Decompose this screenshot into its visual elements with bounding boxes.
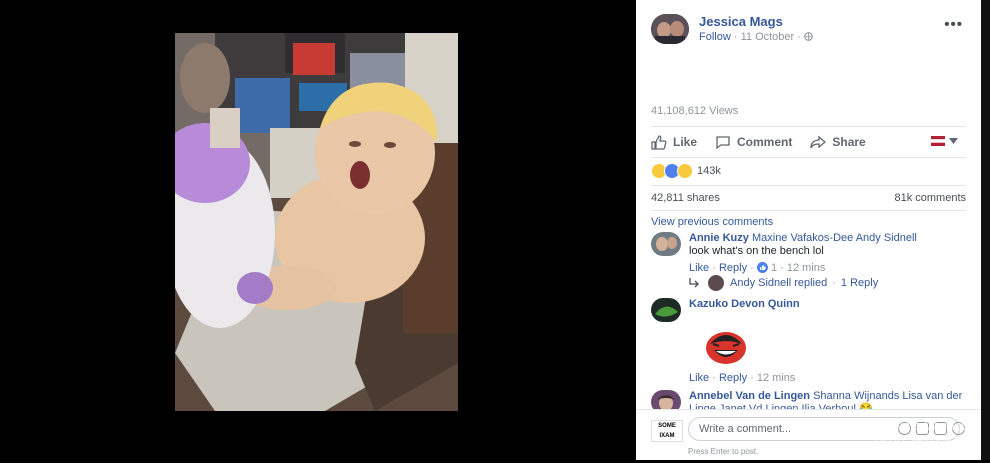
comment-meta: Like · Reply · 1 · 12 mins (689, 262, 826, 274)
share-label: Share (832, 135, 866, 149)
laughing-sticker (706, 332, 746, 364)
view-previous-comments-link[interactable]: View previous comments (651, 216, 773, 228)
panel-scrollbar[interactable] (981, 0, 990, 460)
comment-like-link[interactable]: Like (689, 262, 709, 274)
comment-count[interactable]: 81k comments (894, 192, 966, 204)
media-viewer (0, 0, 636, 460)
post-meta: Follow · 11 October · (699, 31, 813, 43)
comment-text: look what's on the bench lol (689, 245, 824, 257)
post-date[interactable]: 11 October (741, 31, 795, 43)
emoji-icon[interactable] (898, 422, 911, 435)
commenter-name[interactable]: Annie Kuzy (689, 232, 749, 244)
comment-item: Annie Kuzy Maxine Vafakos-Dee Andy Sidne… (651, 232, 969, 275)
engagement-counts: 42,811 shares 81k comments (651, 185, 966, 211)
view-count: 41,108,612 Views (651, 105, 739, 117)
reply-count-link[interactable]: 1 Reply (841, 277, 878, 289)
post-author: Jessica Mags Follow · 11 October · (651, 14, 813, 44)
sad-icon (677, 163, 693, 179)
comment-meta: Like · Reply · 12 mins (689, 372, 796, 384)
caret-down-icon (949, 138, 958, 144)
action-bar: Like Comment Share (651, 126, 966, 158)
like-button[interactable]: Like (651, 134, 698, 150)
author-avatar[interactable] (651, 14, 689, 44)
reply-separator: · (832, 277, 836, 289)
comment-button[interactable]: Comment (715, 135, 792, 150)
press-enter-hint: Press Enter to post. (688, 447, 759, 456)
meta-separator-2: · (797, 31, 801, 43)
globe-icon (804, 32, 813, 41)
author-name[interactable]: Jessica Mags (699, 14, 813, 29)
page-selector[interactable] (931, 136, 958, 146)
comment-reply-link[interactable]: Reply (719, 262, 747, 274)
sticker-icon[interactable] (952, 422, 965, 435)
comment-label: Comment (737, 135, 793, 149)
share-button[interactable]: Share (810, 135, 866, 150)
reaction-summary[interactable]: 143k (651, 163, 721, 179)
commenter-avatar[interactable] (651, 232, 681, 256)
reply-thread-summary[interactable]: Andy Sidnell replied · 1 Reply (688, 275, 878, 291)
video-frame (175, 33, 458, 411)
meta-separator: · (733, 31, 738, 43)
flag-icon (931, 136, 945, 146)
video-player[interactable] (175, 33, 458, 411)
more-options-button[interactable]: ••• (944, 16, 963, 33)
share-arrow-icon (810, 135, 827, 148)
follow-link[interactable]: Follow (699, 31, 731, 43)
comment-like-link[interactable]: Like (689, 372, 709, 384)
post-panel: Jessica Mags Follow · 11 October · ••• 4… (636, 0, 981, 460)
comment-item: Kazuko Devon Quinn (651, 298, 969, 322)
thumbs-up-icon (651, 134, 667, 150)
tagged-names[interactable]: Maxine Vafakos-Dee Andy Sidnell (752, 232, 917, 244)
comment-time: 12 mins (756, 372, 796, 384)
comment-composer: SOME IXAM Write a comment... Press Enter… (636, 409, 981, 460)
composer-icons (898, 422, 965, 435)
like-badge-icon (756, 262, 768, 273)
commenter-name[interactable]: Kazuko Devon Quinn (689, 298, 800, 310)
comment-time: 12 mins (786, 262, 826, 274)
comment-meta-row: Like · Reply · 12 mins (651, 372, 969, 385)
comment-like-count: 1 (770, 262, 778, 274)
speech-bubble-icon (716, 135, 730, 149)
comment-reply-link[interactable]: Reply (719, 372, 747, 384)
reply-arrow-icon (689, 278, 699, 288)
gif-icon[interactable] (934, 422, 947, 435)
share-count[interactable]: 42,811 shares (651, 192, 720, 204)
commenter-name[interactable]: Annebel Van de Lingen (689, 390, 810, 402)
like-label: Like (673, 135, 698, 149)
current-user-avatar[interactable]: SOME IXAM (651, 420, 683, 442)
reaction-count: 143k (697, 165, 721, 177)
commenter-avatar[interactable] (651, 298, 681, 322)
camera-icon[interactable] (916, 422, 929, 435)
replier-avatar[interactable] (708, 275, 724, 291)
replier-name[interactable]: Andy Sidnell replied (730, 277, 827, 289)
